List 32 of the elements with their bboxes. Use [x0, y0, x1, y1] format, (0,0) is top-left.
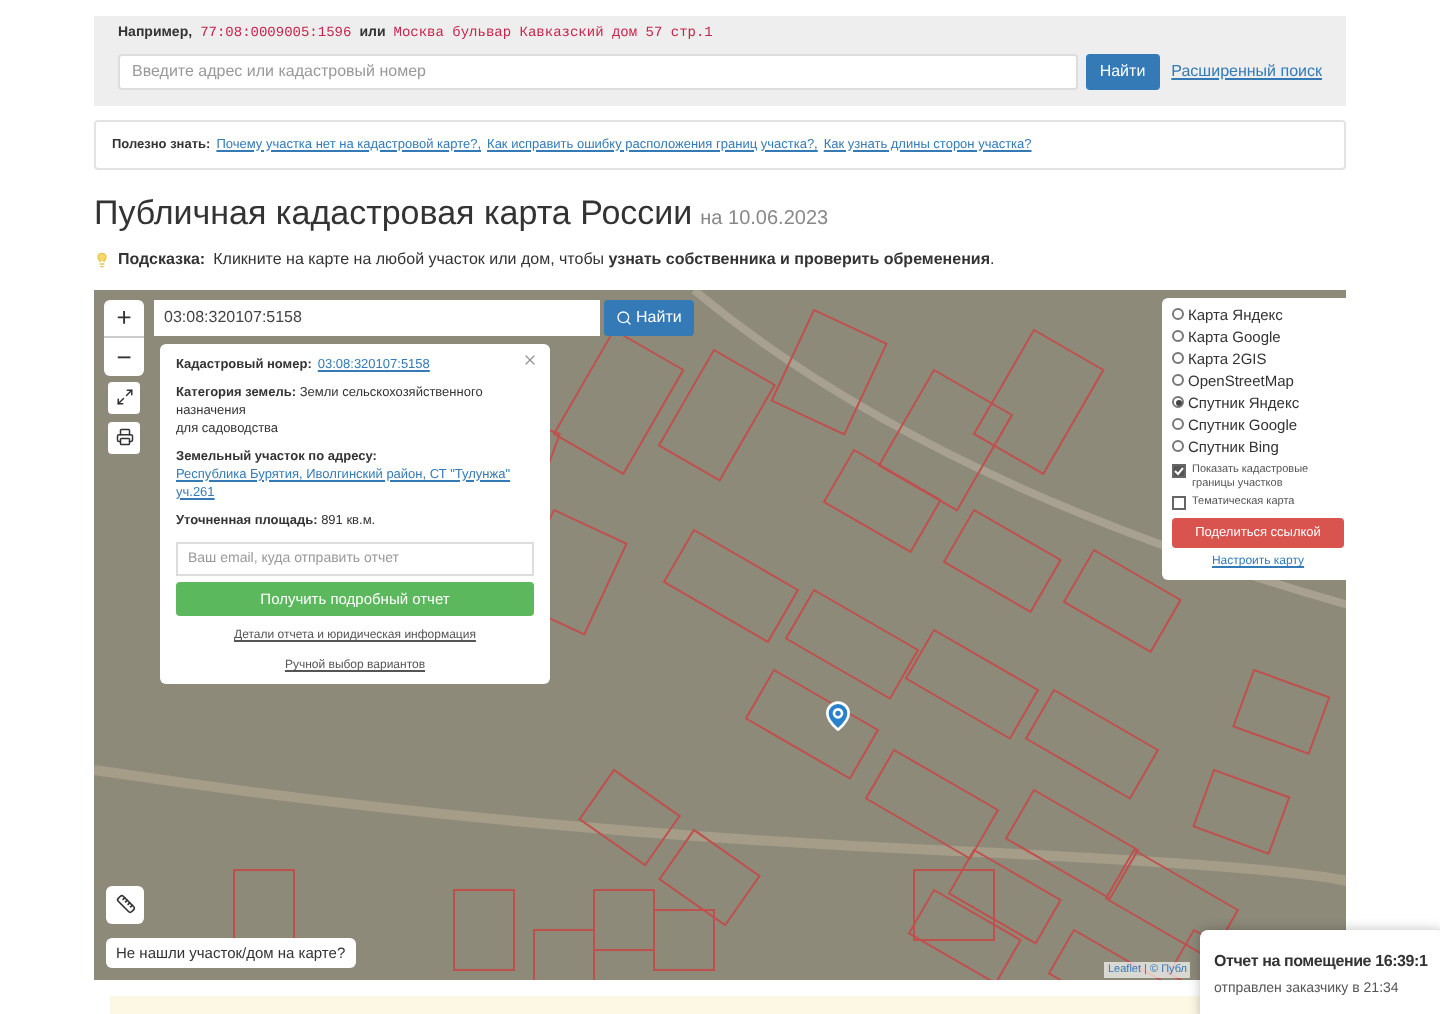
address-search-field[interactable]: Введите адрес или кадастровый номер [118, 53, 1078, 89]
hint-label: Подсказка: [118, 247, 206, 272]
map-search-button[interactable]: Найти [604, 299, 694, 336]
page-title: Публичная кадастровая карта России [94, 192, 693, 237]
radio-button[interactable] [1172, 374, 1184, 387]
zoom-in-button[interactable]: + [104, 299, 144, 338]
close-icon[interactable] [522, 351, 538, 368]
fullscreen-button[interactable] [108, 381, 140, 414]
ruler-icon [115, 894, 135, 915]
radio-button[interactable] [1172, 308, 1184, 321]
checkbox[interactable] [1172, 495, 1186, 510]
cadastral-search-field[interactable]: 03:08:320107:5158 [154, 299, 600, 336]
radio-button[interactable] [1172, 352, 1184, 365]
printer-icon [115, 428, 133, 447]
radio-button[interactable] [1172, 396, 1184, 409]
map-pin-icon[interactable] [822, 695, 854, 736]
fullscreen-icon [115, 388, 133, 407]
radio-button[interactable] [1172, 330, 1184, 343]
hint-text: Кликните на карте на любой участок или дом, чтобы узнать собственника и проверить обременения. [213, 247, 995, 272]
radio-button[interactable] [1172, 440, 1184, 453]
zoom-out-button[interactable]: − [104, 337, 144, 376]
search-button[interactable]: Найти [1085, 53, 1160, 89]
advanced-search-link[interactable]: Расширенный поиск [1171, 59, 1322, 83]
lightbulb-icon [94, 251, 110, 268]
toast-title: Отчет на помещение 16:39:1 [1214, 950, 1430, 974]
radio-button[interactable] [1172, 418, 1184, 431]
checkmark-icon [1174, 465, 1184, 476]
title-date: на 10.06.2023 [700, 206, 829, 235]
checkbox[interactable] [1172, 463, 1186, 478]
print-button[interactable] [108, 421, 140, 454]
search-icon [616, 309, 632, 326]
ruler-button[interactable] [106, 885, 144, 924]
